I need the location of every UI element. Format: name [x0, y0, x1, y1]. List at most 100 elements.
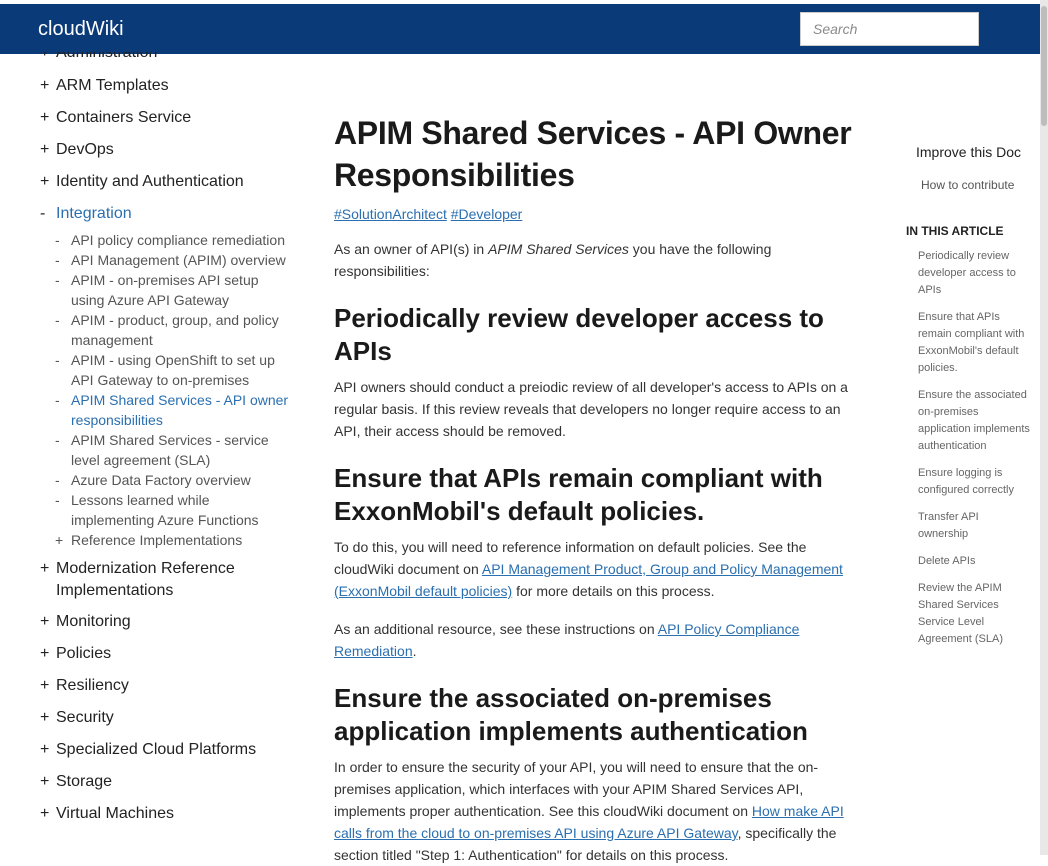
sidebar-subitem-label: Azure Data Factory overview: [71, 472, 251, 488]
sidebar-subitem[interactable]: - APIM Shared Services - service level a…: [55, 430, 300, 470]
bullet-dash: -: [55, 492, 60, 508]
right-rail: Improve this Doc How to contribute IN TH…: [906, 144, 1036, 648]
sidebar-item-label: Storage: [56, 773, 113, 790]
sidebar-subitem-current[interactable]: - APIM Shared Services - API owner respo…: [55, 390, 300, 430]
sidebar-subitem-label: APIM - product, group, and policy manage…: [71, 312, 279, 348]
intro-emphasis: APIM Shared Services: [488, 241, 629, 257]
sidebar-item-specialized-cloud[interactable]: + Specialized Cloud Platforms: [40, 734, 300, 766]
sidebar-subitem[interactable]: - API policy compliance remediation: [55, 230, 300, 250]
sidebar-subitem-label: APIM - on-premises API setup using Azure…: [71, 272, 259, 308]
bullet-dash: -: [55, 472, 60, 488]
sidebar-subitem[interactable]: - Lessons learned while implementing Azu…: [55, 490, 300, 530]
sidebar-subitem[interactable]: - APIM - using OpenShift to set up API G…: [55, 350, 300, 390]
section-heading-compliance: Ensure that APIs remain compliant with E…: [334, 463, 823, 526]
bullet-dash: -: [55, 312, 60, 328]
sidebar-item-label: Resiliency: [56, 677, 129, 694]
expand-icon: +: [55, 532, 64, 548]
brand-logo[interactable]: cloudWiki: [38, 18, 124, 41]
improve-doc-link[interactable]: Improve this Doc: [916, 144, 1036, 160]
body-text: .: [412, 643, 417, 659]
sidebar-item-label: Specialized Cloud Platforms: [56, 741, 257, 758]
sidebar-subitem-label: Reference Implementations: [71, 532, 243, 548]
sidebar-subitem[interactable]: - APIM - on-premises API setup using Azu…: [55, 270, 300, 310]
sidebar-item-label: Monitoring: [56, 613, 131, 630]
sidebar-subitem-label: API Management (APIM) overview: [71, 252, 286, 268]
bullet-dash: -: [55, 232, 60, 248]
expand-icon: +: [40, 141, 50, 158]
tag-solution-architect[interactable]: #SolutionArchitect: [334, 206, 447, 222]
bullet-dash: -: [55, 272, 60, 288]
expand-icon: +: [40, 77, 50, 94]
search-input[interactable]: [800, 12, 979, 46]
page-scrollbar[interactable]: [1040, 0, 1048, 855]
toc-item[interactable]: Periodically review developer access to …: [918, 248, 1030, 299]
tag-developer[interactable]: #Developer: [451, 206, 523, 222]
bullet-dash: -: [55, 252, 60, 268]
sidebar-subitem-label: APIM Shared Services - service level agr…: [71, 432, 269, 468]
expand-icon: +: [40, 52, 50, 61]
sidebar-subitem[interactable]: - API Management (APIM) overview: [55, 250, 300, 270]
sidebar-item-security[interactable]: + Security: [40, 702, 300, 734]
sidebar-item-arm-templates[interactable]: + ARM Templates: [40, 70, 300, 102]
expand-icon: +: [40, 805, 50, 822]
toc-item[interactable]: Review the APIM Shared Services Service …: [918, 580, 1030, 648]
sidebar-nav: + Administration + ARM Templates + Conta…: [40, 52, 300, 830]
sidebar-subitem-reference-implementations[interactable]: + Reference Implementations: [55, 530, 300, 550]
sidebar-item-label: Containers Service: [56, 109, 192, 126]
sidebar-subitem[interactable]: - APIM - product, group, and policy mana…: [55, 310, 300, 350]
intro-paragraph: As an owner of API(s) in APIM Shared Ser…: [334, 238, 864, 282]
bullet-dash: -: [55, 392, 60, 408]
sidebar-item-resiliency[interactable]: + Resiliency: [40, 670, 300, 702]
sidebar-item-label: Security: [56, 709, 114, 726]
sidebar-item-label: Integration: [56, 205, 132, 222]
sidebar-item-label: ARM Templates: [56, 77, 169, 94]
bullet-dash: -: [55, 352, 60, 368]
sidebar-item-label: Administration: [56, 52, 158, 61]
sidebar-item-administration[interactable]: + Administration: [40, 52, 300, 62]
integration-sublist: - API policy compliance remediation - AP…: [55, 230, 300, 550]
section-heading-review-access: Periodically review developer access to …: [334, 303, 824, 366]
expand-icon: +: [40, 709, 50, 726]
page-title: APIM Shared Services - API Owner Respons…: [334, 115, 852, 193]
sidebar-item-identity-authentication[interactable]: + Identity and Authentication: [40, 166, 300, 198]
expand-icon: +: [40, 613, 50, 630]
expand-icon: +: [40, 741, 50, 758]
sidebar-item-monitoring[interactable]: + Monitoring: [40, 606, 300, 638]
tag-list: #SolutionArchitect #Developer: [334, 206, 864, 222]
article-content: APIM Shared Services - API Owner Respons…: [334, 112, 864, 866]
intro-text: As an owner of API(s) in: [334, 241, 489, 257]
toc-item[interactable]: Ensure the associated on-premises applic…: [918, 387, 1030, 455]
toc-item[interactable]: Transfer API ownership: [918, 509, 1030, 543]
how-to-contribute-link[interactable]: How to contribute: [921, 178, 1036, 192]
sidebar-subitem-label: APIM Shared Services - API owner respons…: [71, 392, 289, 428]
sidebar-item-storage[interactable]: + Storage: [40, 766, 300, 798]
sidebar-item-integration[interactable]: - Integration: [40, 198, 300, 230]
section-heading-authentication: Ensure the associated on-premises applic…: [334, 683, 808, 746]
sidebar-subitem[interactable]: - Azure Data Factory overview: [55, 470, 300, 490]
sidebar-item-virtual-machines[interactable]: + Virtual Machines: [40, 798, 300, 830]
toc-item[interactable]: Ensure logging is configured correctly: [918, 465, 1030, 499]
sidebar-item-devops[interactable]: + DevOps: [40, 134, 300, 166]
section-body-authentication: In order to ensure the security of your …: [334, 756, 864, 866]
expand-icon: +: [40, 560, 50, 577]
toc-item[interactable]: Delete APIs: [918, 553, 1030, 570]
body-text: for more details on this process.: [512, 583, 715, 599]
section-body-review-access: API owners should conduct a preiodic rev…: [334, 379, 848, 439]
body-text: In order to ensure the security of your …: [334, 759, 819, 819]
toc-heading: IN THIS ARTICLE: [906, 224, 1004, 238]
expand-icon: +: [40, 173, 50, 190]
collapse-icon: -: [40, 205, 46, 222]
sidebar-item-modernization[interactable]: + Modernization Reference Implementation…: [40, 550, 300, 606]
top-navbar: cloudWiki: [0, 4, 1040, 54]
section-body-compliance-extra: As an additional resource, see these ins…: [334, 618, 864, 662]
expand-icon: +: [40, 109, 50, 126]
scrollbar-thumb[interactable]: [1041, 6, 1047, 126]
sidebar-item-policies[interactable]: + Policies: [40, 638, 300, 670]
toc-item[interactable]: Ensure that APIs remain compliant with E…: [918, 309, 1030, 377]
bullet-dash: -: [55, 432, 60, 448]
sidebar-item-label: Identity and Authentication: [56, 173, 244, 190]
sidebar-subitem-label: Lessons learned while implementing Azure…: [71, 492, 259, 528]
sidebar-subitem-label: APIM - using OpenShift to set up API Gat…: [71, 352, 275, 388]
sidebar-item-label: Virtual Machines: [56, 805, 174, 822]
sidebar-item-containers-service[interactable]: + Containers Service: [40, 102, 300, 134]
